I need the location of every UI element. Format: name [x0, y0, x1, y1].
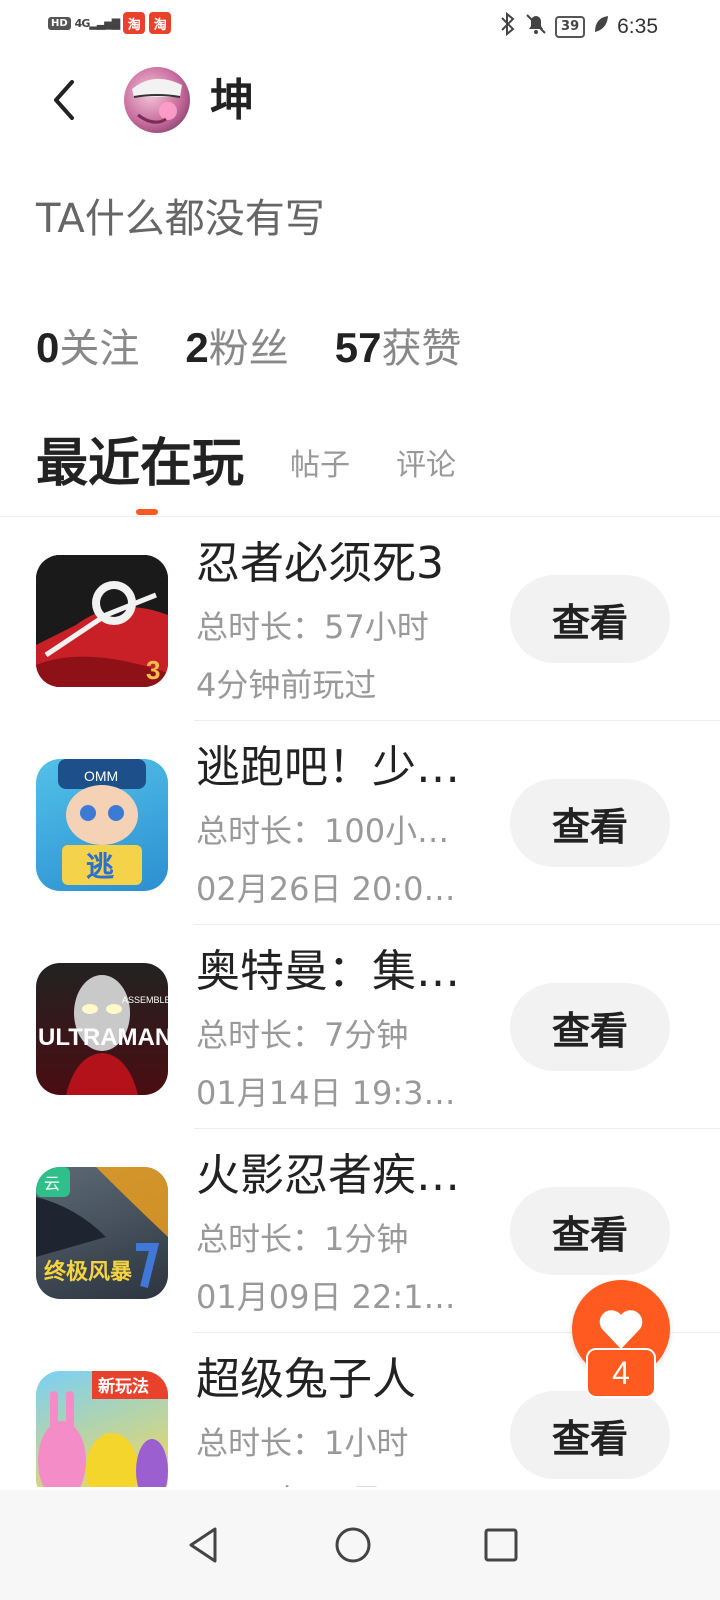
- back-button[interactable]: [38, 72, 88, 128]
- view-button[interactable]: 查看: [510, 983, 670, 1071]
- stat-label: 获赞: [381, 326, 462, 372]
- hd-indicator: HD: [48, 16, 71, 30]
- game-last-played: 4分钟前玩过: [196, 666, 377, 704]
- cloud-game-tag: 云: [44, 1174, 60, 1193]
- profile-bio: TA什么都没有写: [36, 196, 325, 242]
- taobao-notification-icon: 淘: [123, 12, 146, 34]
- view-button[interactable]: 查看: [510, 779, 670, 867]
- game-name: 奥特曼：集…: [196, 946, 460, 997]
- square-recents-icon: [484, 1528, 518, 1562]
- status-left: HD 4G▂▃▅▇ 淘 淘: [48, 12, 172, 34]
- nav-home-button[interactable]: [318, 1510, 388, 1580]
- nav-recents-button[interactable]: [466, 1510, 536, 1580]
- game-icon-sign-text: 逃: [86, 850, 114, 883]
- stat-number: 2: [185, 324, 209, 371]
- game-icon-title: 终极风暴: [44, 1259, 133, 1285]
- game-icon-cap-text: OMM: [84, 768, 118, 784]
- stat-number: 57: [334, 324, 382, 371]
- mute-bell-icon: [525, 12, 547, 41]
- triangle-back-icon: [189, 1527, 217, 1563]
- chevron-left-icon: [54, 80, 74, 120]
- game-icon-title: ULTRAMAN: [38, 1024, 168, 1051]
- view-button[interactable]: 查看: [510, 575, 670, 663]
- game-icon-tag: 新玩法: [98, 1376, 149, 1397]
- network-type: 4G: [74, 16, 91, 30]
- system-nav-bar: [0, 1490, 720, 1600]
- circle-home-icon: [335, 1527, 371, 1563]
- game-row[interactable]: ULTRAMAN ASSEMBLE 奥特曼：集… 总时长：7分钟 01月14日 …: [0, 925, 720, 1129]
- username: 坤: [210, 75, 254, 126]
- game-last-played: 2022年12月11…: [196, 1479, 488, 1487]
- stat-label: 关注: [59, 326, 140, 372]
- game-last-played: 01月14日 19:3…: [196, 1074, 456, 1112]
- game-name: 超级兔子人: [196, 1354, 416, 1405]
- game-duration: 总时长：7分钟: [196, 1016, 409, 1054]
- stat-likes: 57 获赞: [335, 316, 462, 374]
- avatar[interactable]: [124, 67, 190, 133]
- game-icon-ultraman[interactable]: ULTRAMAN ASSEMBLE: [36, 963, 168, 1095]
- game-name: 忍者必须死3: [196, 538, 444, 589]
- game-name: 火影忍者疾…: [196, 1150, 460, 1201]
- stat-number: 0: [36, 324, 60, 371]
- game-row[interactable]: OMM 逃 逃跑吧！少… 总时长：100小… 02月26日 20:0… 查看: [0, 721, 720, 925]
- game-icon-naruto[interactable]: 云 终极风暴: [36, 1167, 168, 1299]
- game-duration: 总时长：57小时: [196, 608, 429, 646]
- profile-stats: 0 关注 2 粉丝 57 获赞: [36, 316, 507, 374]
- view-button[interactable]: 查看: [510, 1187, 670, 1275]
- bluetooth-icon: [499, 11, 517, 41]
- heart-icon: [599, 1310, 643, 1349]
- like-count-badge: 4: [586, 1348, 656, 1398]
- game-duration: 总时长：1分钟: [196, 1220, 409, 1258]
- game-duration: 总时长：100小…: [196, 812, 450, 850]
- game-icon-escape[interactable]: OMM 逃: [36, 759, 168, 891]
- profile-tabs: 最近在玩 帖子 评论: [36, 430, 456, 498]
- leaf-icon: [593, 14, 609, 39]
- game-icon-ninja-must-die[interactable]: 3: [36, 555, 168, 687]
- tab-recently-played[interactable]: 最近在玩: [36, 430, 244, 498]
- status-right: 39 6:35: [499, 11, 658, 41]
- tab-comments[interactable]: 评论: [396, 446, 456, 486]
- game-row[interactable]: 3 忍者必须死3 总时长：57小时 4分钟前玩过 查看: [0, 517, 720, 721]
- nav-back-button[interactable]: [168, 1510, 238, 1580]
- battery-indicator: 39: [555, 15, 586, 38]
- game-duration: 总时长：1小时: [196, 1424, 409, 1462]
- clock: 6:35: [617, 14, 658, 38]
- stat-following[interactable]: 0 关注: [36, 316, 139, 374]
- game-icon-super-bunny-man[interactable]: 新玩法: [36, 1371, 168, 1487]
- tab-posts[interactable]: 帖子: [290, 446, 350, 486]
- game-last-played: 01月09日 22:1…: [196, 1278, 456, 1316]
- game-name: 逃跑吧！少…: [196, 742, 460, 793]
- signal-icon: 4G▂▃▅▇: [74, 16, 121, 30]
- stat-followers[interactable]: 2 粉丝: [185, 316, 288, 374]
- game-icon-subtitle: ASSEMBLE: [122, 995, 168, 1005]
- tab-indicator: [136, 509, 158, 515]
- status-bar: HD 4G▂▃▅▇ 淘 淘 39 6:35: [0, 0, 720, 48]
- taobao-notification-icon-2: 淘: [149, 12, 172, 34]
- view-button[interactable]: 查看: [510, 1391, 670, 1479]
- game-icon-badge: 3: [146, 655, 160, 685]
- stat-label: 粉丝: [208, 326, 289, 372]
- game-last-played: 02月26日 20:0…: [196, 870, 456, 908]
